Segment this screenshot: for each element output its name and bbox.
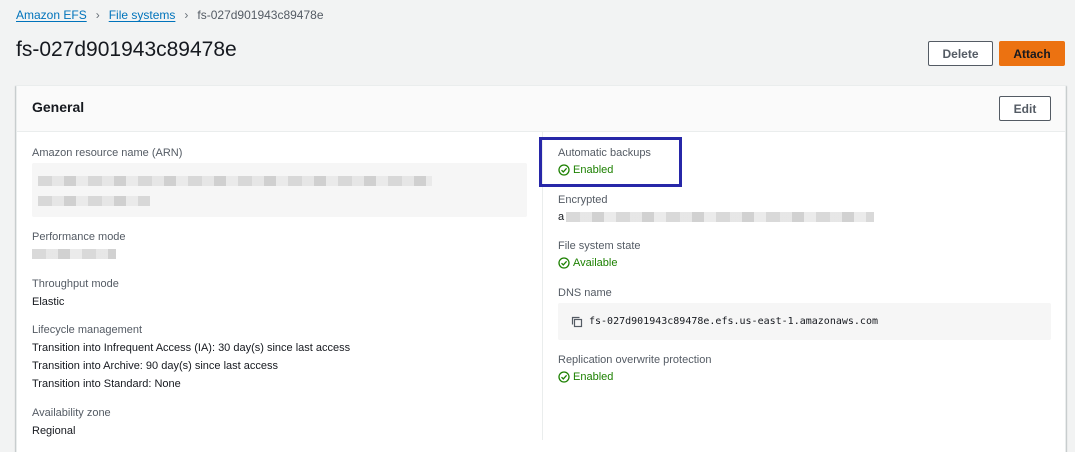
chevron-right-icon: › (184, 8, 189, 22)
lifecycle-archive-value: Transition into Archive: 90 day(s) since… (32, 360, 278, 372)
dns-name-box: fs-027d901943c89478e.efs.us-east-1.amazo… (558, 303, 1051, 340)
file-system-state-status: Available (558, 257, 617, 269)
page-title: fs-027d901943c89478e (16, 38, 237, 61)
highlight-box (539, 137, 682, 187)
check-circle-icon (558, 371, 570, 383)
lifecycle-standard-value: Transition into Standard: None (32, 378, 181, 390)
throughput-mode-label: Throughput mode (32, 278, 119, 290)
dns-name-label: DNS name (558, 287, 612, 299)
arn-redacted-line-1 (38, 176, 432, 186)
copy-icon[interactable] (571, 316, 583, 328)
lifecycle-management-label: Lifecycle management (32, 324, 143, 336)
availability-zone-label: Availability zone (32, 407, 111, 419)
replication-protection-value: Enabled (573, 371, 614, 383)
breadcrumb-amazon-efs[interactable]: Amazon EFS (16, 8, 87, 22)
performance-mode-redacted (32, 249, 116, 259)
arn-value-box[interactable] (32, 163, 527, 217)
edit-button[interactable]: Edit (999, 96, 1051, 121)
attach-button[interactable]: Attach (999, 41, 1065, 66)
arn-label: Amazon resource name (ARN) (32, 147, 183, 159)
general-panel: General Edit Amazon resource name (ARN) … (16, 85, 1066, 452)
breadcrumb: Amazon EFS › File systems › fs-027d90194… (16, 8, 324, 22)
chevron-right-icon: › (95, 8, 100, 22)
dns-name-value[interactable]: fs-027d901943c89478e.efs.us-east-1.amazo… (589, 316, 878, 327)
breadcrumb-current: fs-027d901943c89478e (197, 8, 324, 22)
check-circle-icon (558, 257, 570, 269)
encrypted-label: Encrypted (558, 194, 608, 206)
file-system-state-label: File system state (558, 240, 641, 252)
general-panel-header: General Edit (17, 86, 1065, 132)
encrypted-value-prefix: a (558, 211, 565, 223)
lifecycle-ia-value: Transition into Infrequent Access (IA): … (32, 342, 351, 354)
breadcrumb-file-systems[interactable]: File systems (109, 8, 176, 22)
replication-protection-status: Enabled (558, 371, 613, 383)
throughput-mode-value: Elastic (32, 296, 65, 308)
performance-mode-label: Performance mode (32, 231, 126, 243)
arn-redacted-line-2 (38, 196, 150, 206)
encrypted-key-redacted (566, 212, 874, 222)
file-system-state-value: Available (573, 257, 618, 269)
delete-button[interactable]: Delete (928, 41, 993, 66)
availability-zone-value: Regional (32, 425, 76, 437)
replication-protection-label: Replication overwrite protection (558, 354, 712, 366)
general-panel-title: General (32, 99, 85, 115)
